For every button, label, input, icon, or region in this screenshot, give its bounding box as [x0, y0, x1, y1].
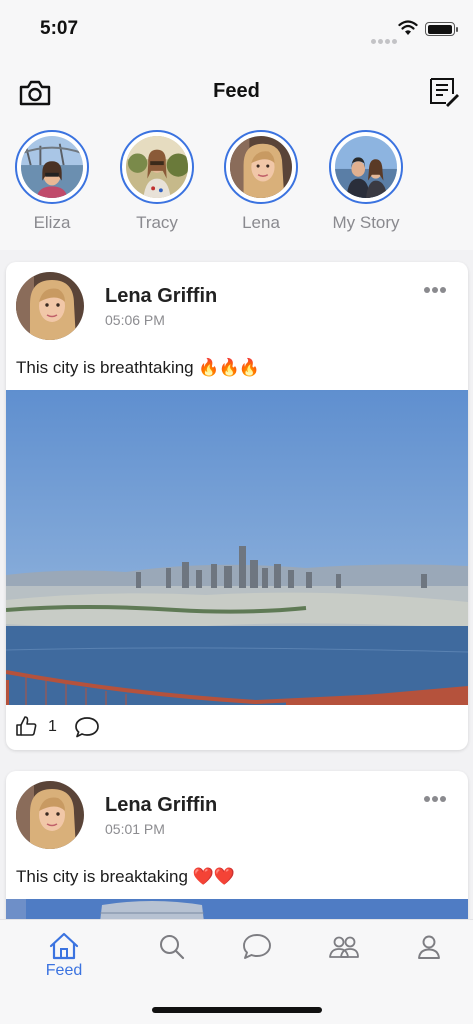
wifi-icon	[398, 20, 418, 35]
post-emoji: ❤️❤️	[192, 867, 236, 886]
comment-icon[interactable]	[74, 715, 100, 739]
story-lena[interactable]: Lena	[216, 130, 306, 233]
story-eliza[interactable]: Eliza	[7, 130, 97, 233]
story-name: Tracy	[136, 213, 178, 232]
home-indicator[interactable]	[152, 1007, 322, 1013]
story-name: Eliza	[33, 213, 71, 232]
battery-icon	[425, 22, 458, 36]
tab-feed[interactable]: Feed	[34, 932, 94, 980]
avatar	[335, 136, 397, 198]
post-emoji: 🔥🔥🔥	[198, 358, 260, 377]
post-author[interactable]: Lena Griffin	[105, 285, 217, 308]
signal-icon	[371, 31, 399, 49]
story-tracy[interactable]: Tracy	[112, 130, 202, 233]
tab-label: Feed	[45, 962, 83, 979]
compose-icon[interactable]	[426, 74, 460, 108]
story-my-story[interactable]: My Story	[321, 130, 411, 233]
story-name: Lena	[242, 213, 280, 232]
post-actions: 1	[14, 714, 134, 744]
story-ring	[329, 130, 403, 204]
like-count: 1	[48, 718, 57, 735]
post-time: 05:01 PM	[105, 821, 165, 837]
post-caption: This city is breaktaking	[16, 867, 188, 886]
friends-icon	[329, 936, 359, 958]
home-icon	[49, 932, 79, 960]
status-bar: 5:07	[0, 0, 473, 56]
post-photo[interactable]	[6, 390, 468, 705]
nav-bar: Feed	[0, 56, 473, 126]
avatar	[230, 136, 292, 198]
post-text: This city is breathtaking 🔥🔥🔥	[16, 358, 260, 378]
post-author[interactable]: Lena Griffin	[105, 794, 217, 817]
like-icon[interactable]	[14, 714, 38, 738]
more-options-icon[interactable]	[424, 280, 454, 296]
post-caption: This city is breathtaking	[16, 358, 194, 377]
post-card[interactable]: Lena Griffin 05:01 PM This city is break…	[6, 771, 468, 931]
tab-profile[interactable]	[399, 932, 459, 962]
story-ring	[15, 130, 89, 204]
page-title: Feed	[213, 80, 260, 102]
stories-row: Eliza Tracy Lena My Story	[0, 126, 473, 250]
avatar[interactable]	[16, 781, 84, 849]
more-options-icon[interactable]	[424, 789, 454, 805]
tab-friends[interactable]	[314, 932, 374, 962]
avatar[interactable]	[16, 272, 84, 340]
story-ring	[224, 130, 298, 204]
post-text: This city is breaktaking ❤️❤️	[16, 867, 235, 887]
post-time: 05:06 PM	[105, 312, 165, 328]
avatar	[126, 136, 190, 198]
story-name: My Story	[332, 213, 400, 232]
profile-icon	[418, 935, 440, 959]
tab-search[interactable]	[142, 932, 202, 962]
avatar	[20, 136, 84, 198]
status-time: 5:07	[40, 18, 79, 39]
search-icon	[160, 935, 185, 960]
chat-icon	[243, 934, 271, 959]
post-card[interactable]: Lena Griffin 05:06 PM This city is breat…	[6, 262, 468, 750]
tab-chat[interactable]	[227, 932, 287, 962]
story-ring	[120, 130, 194, 204]
